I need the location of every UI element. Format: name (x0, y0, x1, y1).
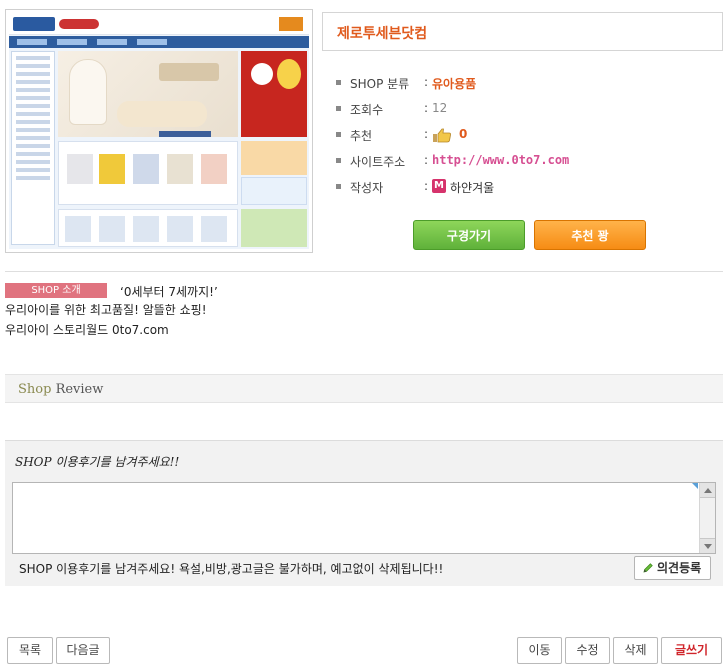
intro-text-line1: ‘0세부터 7세까지!’ (120, 285, 218, 299)
thumbs-up-icon (433, 128, 451, 143)
pencil-icon (643, 563, 653, 573)
bullet-square-icon (336, 158, 341, 163)
thumb-sidebar (11, 51, 55, 245)
shop-thumbnail-image (9, 13, 309, 249)
thumb-products (58, 141, 238, 205)
thumb-logo (13, 17, 55, 31)
thumb-banner-product (69, 59, 107, 125)
author-name[interactable]: 하얀겨울 (450, 179, 494, 196)
review-form-title: SHOP 이용후기를 남겨주세요!! (15, 455, 180, 469)
recommend-colon: : (424, 127, 429, 141)
review-header-rest: Review (51, 382, 104, 397)
shop-title: 제로투세븐닷컴 (337, 26, 428, 42)
list-button[interactable]: 목록 (7, 637, 53, 664)
shop-title-box: 제로투세븐닷컴 (322, 12, 723, 51)
review-header-title: Shop Review (18, 382, 103, 397)
shop-thumbnail[interactable] (5, 9, 313, 253)
category-colon: : (424, 75, 429, 89)
thumb-banner-pager (159, 131, 211, 137)
url-colon: : (424, 153, 429, 167)
views-colon: : (424, 101, 429, 115)
scroll-down-arrow-icon[interactable] (700, 538, 715, 553)
author-label: 작성자 (350, 181, 384, 195)
bullet-square-icon (336, 132, 341, 137)
thumb-banner-decoration (117, 101, 207, 127)
thumb-green-ad (241, 209, 307, 247)
bullet-square-icon (336, 80, 341, 85)
move-button[interactable]: 이동 (517, 637, 562, 664)
submit-opinion-label: 의견등록 (657, 561, 702, 575)
review-notice: SHOP 이용후기를 남겨주세요! 욕설,비방,광고글은 불가하며, 예고없이 … (19, 562, 444, 576)
thumb-product-strip (58, 209, 238, 247)
thumb-kid-ad (241, 141, 307, 175)
thumb-logo-badge (59, 19, 99, 29)
views-value: 12 (432, 101, 448, 115)
thumb-santa-ad (241, 51, 307, 137)
review-textarea[interactable] (12, 482, 716, 554)
recommend-count: 0 (459, 127, 468, 141)
review-header-accent: Shop (18, 382, 52, 397)
category-label: SHOP 분류 (350, 77, 410, 91)
resize-corner-icon (692, 483, 698, 489)
recommend-label: 추천 (350, 129, 373, 143)
thumb-banner-title (159, 63, 219, 81)
submit-opinion-button[interactable]: 의견등록 (634, 556, 711, 580)
category-value[interactable]: 유아용품 (432, 75, 476, 92)
views-label: 조회수 (350, 103, 384, 117)
intro-text-line2: 우리아이를 위한 최고품질! 알뜰한 쇼핑! (5, 303, 207, 317)
review-form: SHOP 이용후기를 남겨주세요!! SHOP 이용후기를 남겨주세요! 욕설,… (5, 440, 723, 586)
shop-intro-badge: SHOP 소개 (5, 283, 107, 298)
thumb-vip-badge (279, 17, 303, 31)
write-button[interactable]: 글쓰기 (661, 637, 722, 664)
recommend-button[interactable]: 추천 꽝 (534, 220, 646, 250)
delete-button[interactable]: 삭제 (613, 637, 658, 664)
url-label: 사이트주소 (350, 155, 406, 169)
review-header: Shop Review (5, 374, 723, 403)
bullet-square-icon (336, 106, 341, 111)
edit-button[interactable]: 수정 (565, 637, 610, 664)
next-post-button[interactable]: 다음글 (56, 637, 110, 664)
scroll-up-arrow-icon[interactable] (700, 483, 715, 498)
divider (5, 271, 723, 272)
visit-button[interactable]: 구경가기 (413, 220, 525, 250)
bullet-square-icon (336, 184, 341, 189)
thumb-side-ad (241, 177, 307, 205)
member-badge-icon: M (432, 179, 446, 193)
intro-text-line3: 우리아이 스토리월드 0to7.com (5, 323, 169, 337)
site-url-link[interactable]: http://www.0to7.com (432, 153, 569, 167)
author-colon: : (424, 179, 429, 193)
thumb-nav (9, 36, 309, 48)
textarea-scrollbar[interactable] (699, 483, 715, 553)
